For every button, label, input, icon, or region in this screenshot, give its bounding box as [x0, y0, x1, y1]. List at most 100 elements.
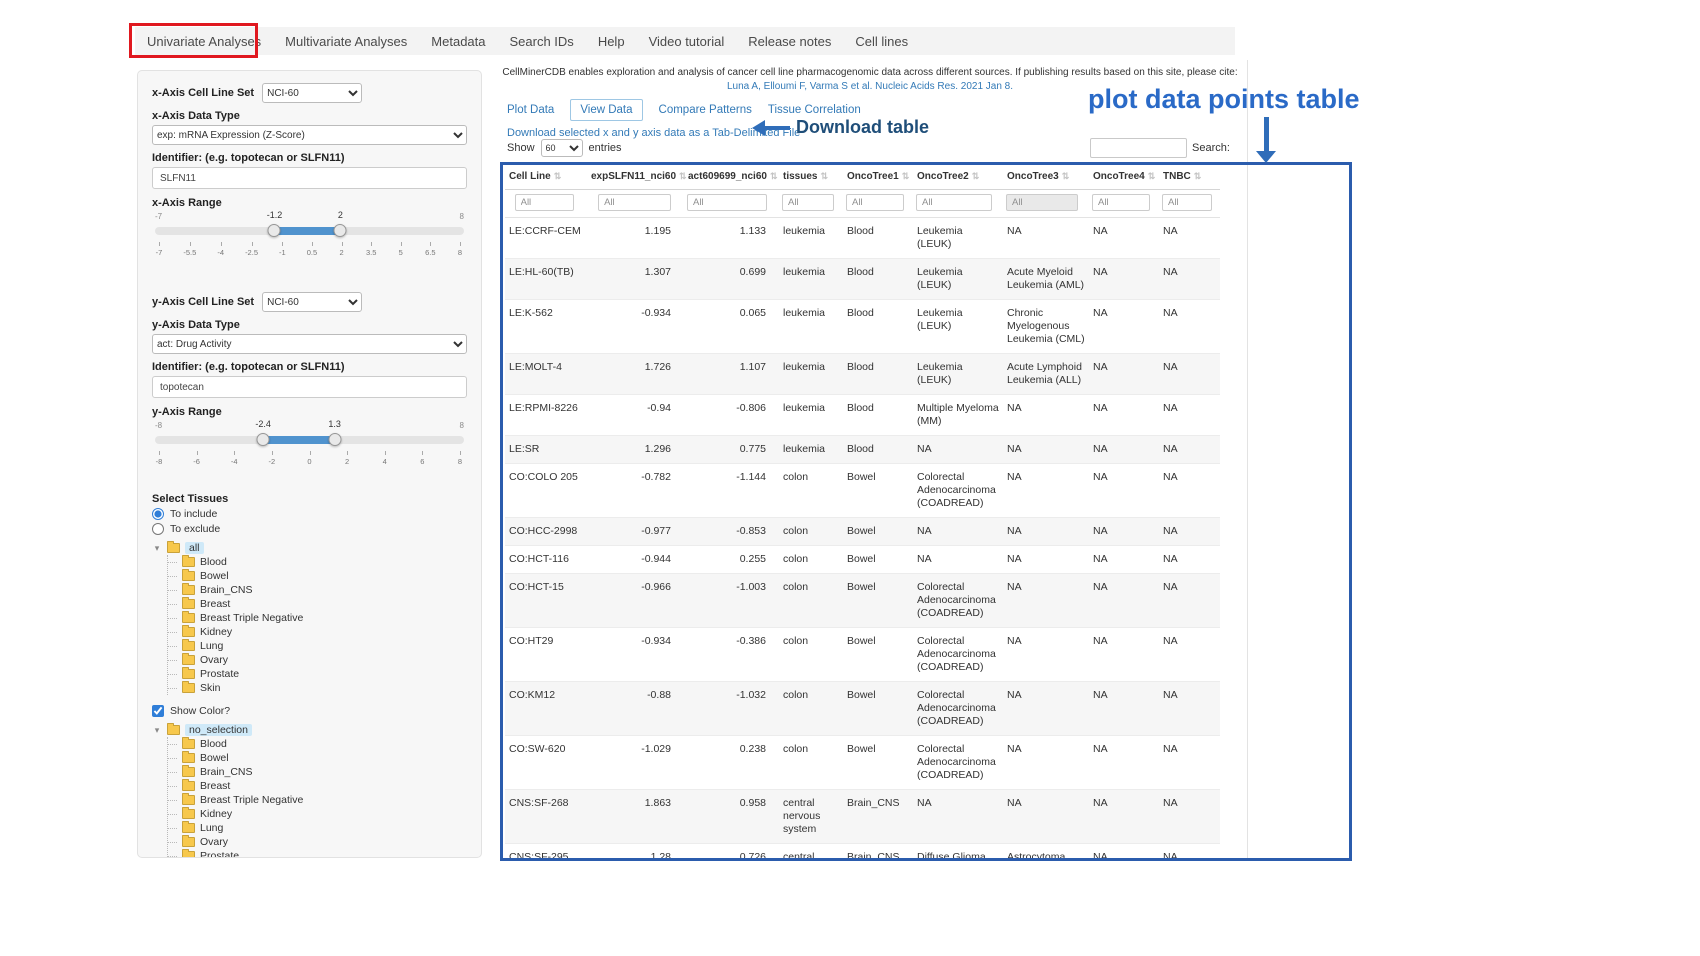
tissue-tree-item[interactable]: Lung: [168, 639, 467, 653]
nav-item-release-notes[interactable]: Release notes: [748, 34, 831, 49]
entries-per-page-select[interactable]: 60: [541, 139, 583, 157]
column-filter-input[interactable]: [598, 194, 671, 211]
table-row[interactable]: CO:SW-620 -1.029 0.238 colon Bowel Color…: [505, 736, 1220, 790]
tissue-tree-item[interactable]: Breast Triple Negative: [168, 611, 467, 625]
caret-down-icon[interactable]: ▾: [152, 725, 162, 736]
x-cell-line-set-select[interactable]: NCI-60: [262, 83, 362, 103]
tree-root-no-selection-label[interactable]: no_selection: [185, 724, 252, 736]
tissue-tree-item[interactable]: Bowel: [168, 751, 467, 765]
tab-plot-data[interactable]: Plot Data: [507, 104, 554, 116]
table-row[interactable]: CNS:SF-268 1.863 0.958 central nervous s…: [505, 790, 1220, 844]
y-identifier-input[interactable]: [152, 376, 467, 398]
nav-item-cell-lines[interactable]: Cell lines: [855, 34, 908, 49]
y-cell-line-set-select[interactable]: NCI-60: [262, 292, 362, 312]
show-color-checkbox[interactable]: [152, 705, 164, 717]
nav-item-metadata[interactable]: Metadata: [431, 34, 485, 49]
tissue-tree-item[interactable]: Skin: [168, 681, 467, 695]
table-row[interactable]: CO:HCT-116 -0.944 0.255 colon Bowel NA N…: [505, 546, 1220, 574]
y-slider-track[interactable]: [155, 436, 464, 444]
table-row[interactable]: CO:HCC-2998 -0.977 -0.853 colon Bowel NA…: [505, 518, 1220, 546]
column-header[interactable]: OncoTree2⇅: [913, 164, 1003, 190]
tissue-tree-item[interactable]: Bowel: [168, 569, 467, 583]
to-exclude-radio[interactable]: [152, 523, 164, 535]
tissue-tree-item[interactable]: Lung: [168, 821, 467, 835]
column-header[interactable]: expSLFN11_nci60⇅: [587, 164, 684, 190]
table-row[interactable]: CNS:SF-295 1.28 0.726 central nervous sy…: [505, 844, 1220, 860]
table-row[interactable]: LE:K-562 -0.934 0.065 leukemia Blood Leu…: [505, 300, 1220, 354]
tab-tissue-correlation[interactable]: Tissue Correlation: [768, 104, 861, 116]
sort-icon[interactable]: ⇅: [554, 171, 562, 181]
sort-icon[interactable]: ⇅: [820, 171, 828, 181]
tissue-tree-item[interactable]: Kidney: [168, 625, 467, 639]
column-filter-input[interactable]: [1162, 194, 1212, 211]
table-row[interactable]: CO:HCT-15 -0.966 -1.003 colon Bowel Colo…: [505, 574, 1220, 628]
to-exclude-option[interactable]: To exclude: [152, 523, 467, 535]
x-slider-track[interactable]: [155, 227, 464, 235]
column-header[interactable]: tissues⇅: [779, 164, 843, 190]
column-header[interactable]: act609699_nci60⇅: [684, 164, 779, 190]
column-filter-input[interactable]: [916, 194, 992, 211]
sort-icon[interactable]: ⇅: [1062, 171, 1070, 181]
table-row[interactable]: CO:COLO 205 -0.782 -1.144 colon Bowel Co…: [505, 464, 1220, 518]
column-filter-input[interactable]: [782, 194, 834, 211]
x-identifier-input[interactable]: [152, 167, 467, 189]
table-row[interactable]: LE:HL-60(TB) 1.307 0.699 leukemia Blood …: [505, 259, 1220, 300]
tissue-tree-item[interactable]: Brain_CNS: [168, 583, 467, 597]
x-slider-handle-high[interactable]: [334, 224, 347, 237]
column-header[interactable]: TNBC⇅: [1159, 164, 1220, 190]
tab-compare-patterns[interactable]: Compare Patterns: [659, 104, 752, 116]
column-filter-input[interactable]: [515, 194, 574, 211]
table-row[interactable]: LE:CCRF-CEM 1.195 1.133 leukemia Blood L…: [505, 218, 1220, 259]
sort-icon[interactable]: ⇅: [902, 171, 910, 181]
show-color-option[interactable]: Show Color?: [152, 705, 467, 717]
sort-icon[interactable]: ⇅: [770, 171, 778, 181]
nav-item-search-ids[interactable]: Search IDs: [510, 34, 574, 49]
tissue-tree-item[interactable]: Ovary: [168, 835, 467, 849]
to-include-option[interactable]: To include: [152, 508, 467, 520]
column-header[interactable]: OncoTree4⇅: [1089, 164, 1159, 190]
tissue-tree-item[interactable]: Kidney: [168, 807, 467, 821]
nav-item-help[interactable]: Help: [598, 34, 625, 49]
y-slider-handle-high[interactable]: [328, 433, 341, 446]
table-search-input[interactable]: [1090, 138, 1187, 158]
y-slider-handle-low[interactable]: [257, 433, 270, 446]
tissue-tree-item[interactable]: Blood: [168, 555, 467, 569]
to-include-radio[interactable]: [152, 508, 164, 520]
tab-view-data[interactable]: View Data: [570, 99, 642, 121]
tissue-tree-item[interactable]: Breast: [168, 597, 467, 611]
tissue-tree-item[interactable]: Ovary: [168, 653, 467, 667]
tissue-tree-item[interactable]: Blood: [168, 737, 467, 751]
tissue-tree-item[interactable]: Breast: [168, 779, 467, 793]
nav-item-video-tutorial[interactable]: Video tutorial: [649, 34, 725, 49]
table-row[interactable]: LE:MOLT-4 1.726 1.107 leukemia Blood Leu…: [505, 354, 1220, 395]
tree-root-all-label[interactable]: all: [185, 542, 204, 554]
table-row[interactable]: LE:RPMI-8226 -0.94 -0.806 leukemia Blood…: [505, 395, 1220, 436]
x-data-type-select[interactable]: exp: mRNA Expression (Z-Score): [152, 125, 467, 145]
y-range-slider[interactable]: -8 8 -2.4 1.3 -8-6-4-202468: [155, 421, 464, 477]
sort-icon[interactable]: ⇅: [1148, 171, 1156, 181]
column-filter-input[interactable]: [846, 194, 904, 211]
table-row[interactable]: CO:HT29 -0.934 -0.386 colon Bowel Colore…: [505, 628, 1220, 682]
sort-icon[interactable]: ⇅: [1194, 171, 1202, 181]
caret-down-icon[interactable]: ▾: [152, 543, 162, 554]
sort-icon[interactable]: ⇅: [679, 171, 687, 181]
tree-root-no-selection[interactable]: ▾ no_selection: [152, 723, 467, 737]
column-header[interactable]: OncoTree1⇅: [843, 164, 913, 190]
column-filter-input[interactable]: [1006, 194, 1078, 211]
x-range-slider[interactable]: -7 8 -1.2 2 -7-5.5-4-2.5-10.523.556.58: [155, 212, 464, 268]
nav-item-multivariate-analyses[interactable]: Multivariate Analyses: [285, 34, 407, 49]
tree-root-all[interactable]: ▾ all: [152, 541, 467, 555]
tissue-tree-item[interactable]: Prostate: [168, 849, 467, 858]
column-filter-input[interactable]: [1092, 194, 1150, 211]
tissue-tree-item[interactable]: Brain_CNS: [168, 765, 467, 779]
table-row[interactable]: LE:SR 1.296 0.775 leukemia Blood NA NA N…: [505, 436, 1220, 464]
table-row[interactable]: CO:KM12 -0.88 -1.032 colon Bowel Colorec…: [505, 682, 1220, 736]
column-header[interactable]: Cell Line⇅: [505, 164, 587, 190]
sort-icon[interactable]: ⇅: [972, 171, 980, 181]
column-header[interactable]: OncoTree3⇅: [1003, 164, 1089, 190]
x-slider-handle-low[interactable]: [268, 224, 281, 237]
y-data-type-select[interactable]: act: Drug Activity: [152, 334, 467, 354]
tissue-tree-item[interactable]: Breast Triple Negative: [168, 793, 467, 807]
tissue-tree-item[interactable]: Prostate: [168, 667, 467, 681]
column-filter-input[interactable]: [687, 194, 767, 211]
